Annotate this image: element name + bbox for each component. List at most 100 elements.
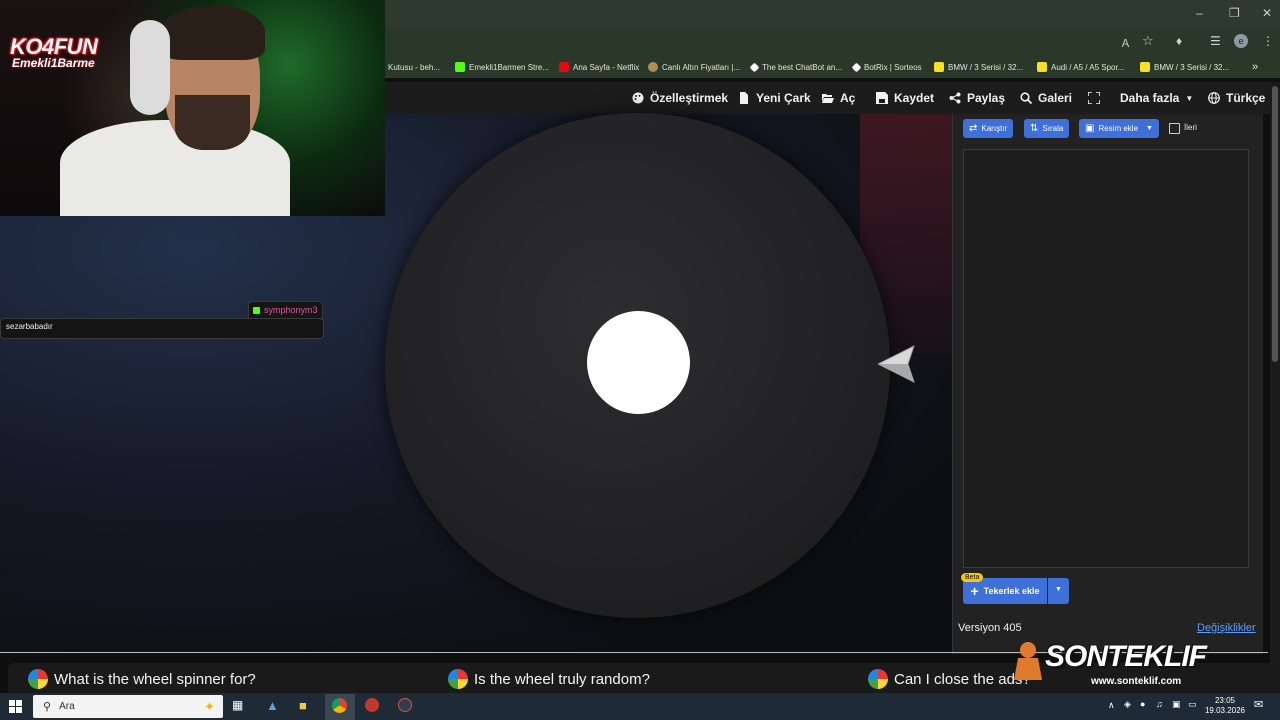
webcam-person-hair: [160, 5, 265, 60]
wheel-pointer-icon: [878, 345, 915, 383]
language-button[interactable]: Türkçe: [1208, 82, 1265, 114]
volume-icon[interactable]: ♫: [1156, 699, 1163, 709]
webcam-person-beard: [175, 95, 250, 150]
save-label: Kaydet: [894, 91, 935, 105]
taskbar-search[interactable]: ⚲ Ara ✦: [33, 695, 223, 718]
kick-icon: [253, 306, 260, 314]
profile-avatar[interactable]: e: [1234, 34, 1248, 48]
open-label: Aç: [840, 91, 856, 105]
new-wheel-button[interactable]: Yeni Çark: [738, 82, 811, 114]
image-icon: ▣: [1085, 123, 1095, 134]
new-wheel-label: Yeni Çark: [756, 91, 811, 105]
app-icon[interactable]: ▲: [266, 698, 282, 714]
search-icon: [1020, 92, 1032, 104]
search-icon: ⚲: [43, 701, 52, 713]
bookmark-item[interactable]: Ana Sayfa - Netflix: [559, 56, 639, 78]
gallery-button[interactable]: Galeri: [1020, 82, 1072, 114]
wheel-logo-icon: [868, 669, 888, 689]
palette-icon: [632, 92, 644, 104]
gallery-label: Galeri: [1038, 91, 1073, 105]
menu-icon[interactable]: ⋮: [1262, 34, 1274, 48]
headset-icon: [130, 20, 170, 115]
sort-button[interactable]: ⇅ Sırala: [1024, 119, 1070, 138]
add-wheel-dropdown[interactable]: ▼: [1048, 578, 1069, 604]
chevron-down-icon: ▼: [1055, 586, 1062, 593]
clock-date: 19.03.2026: [1204, 706, 1246, 715]
display-icon[interactable]: ▭: [1188, 699, 1197, 710]
taskbar-clock[interactable]: 23:05 19.03.2026: [1200, 696, 1250, 716]
more-menu-button[interactable]: Daha fazla ▼: [1120, 82, 1193, 114]
bookmark-item[interactable]: The best ChatBot an...: [749, 56, 842, 78]
bookmark-item[interactable]: Canlı Altın Fiyatları |...: [648, 56, 740, 78]
share-button[interactable]: Paylaş: [949, 82, 1005, 114]
restore-icon[interactable]: ❐: [1229, 6, 1240, 20]
tray-app-icon[interactable]: ◈: [1124, 699, 1131, 710]
microphone-icon[interactable]: ●: [1140, 699, 1145, 709]
bookmark-item[interactable]: Emekli1Barmen Stre...: [455, 56, 549, 78]
add-image-label: Resim ekle: [1098, 124, 1139, 133]
sonteklif-watermark: SONTEKLIF: [1045, 640, 1207, 673]
windows-start-icon[interactable]: [9, 700, 22, 713]
customize-button[interactable]: Özelleştirmek: [632, 82, 728, 114]
bookmark-item[interactable]: BotRix | Sorteos: [851, 56, 922, 78]
notifications-icon[interactable]: ✉: [1254, 698, 1263, 711]
fullscreen-icon: [1088, 92, 1100, 104]
sonteklif-url: www.sonteklif.com: [1091, 676, 1182, 687]
chevron-down-icon: ▼: [1146, 125, 1153, 132]
star-icon[interactable]: ☆: [1142, 33, 1154, 49]
kick-icon: [455, 62, 465, 72]
shuffle-label: Karıştır: [981, 124, 1008, 133]
bookmark-item[interactable]: BMW / 3 Serisi / 32...: [934, 56, 1023, 78]
faq-card[interactable]: Is the wheel truly random?: [428, 663, 860, 695]
network-icon[interactable]: ▣: [1172, 699, 1181, 710]
netflix-icon: [559, 62, 569, 72]
search-placeholder: Ara: [59, 701, 75, 712]
sort-label: Sırala: [1042, 124, 1064, 133]
bookmark-item[interactable]: Audi / A5 / A5 Spor...: [1037, 56, 1124, 78]
webcam-person-shirt: [60, 120, 290, 216]
floppy-icon: [876, 92, 888, 104]
media-icon[interactable]: ☰: [1210, 34, 1221, 48]
minimize-icon[interactable]: –: [1196, 6, 1203, 20]
sahibinden-icon: [934, 62, 944, 72]
app-icon[interactable]: [365, 698, 379, 712]
folder-open-icon: [822, 94, 834, 103]
bookmark-item[interactable]: BMW / 3 Serisi / 32...: [1140, 56, 1229, 78]
open-button[interactable]: Aç: [822, 82, 855, 114]
sahibinden-icon: [1140, 62, 1150, 72]
file-explorer-icon[interactable]: ■: [299, 698, 315, 714]
faq-card[interactable]: What is the wheel spinner for?: [8, 663, 440, 695]
save-button[interactable]: Kaydet: [876, 82, 934, 114]
obs-icon[interactable]: [398, 698, 412, 712]
faq-question: Is the wheel truly random?: [474, 670, 650, 688]
wheel-logo-icon: [28, 669, 48, 689]
extensions-icon[interactable]: ♦: [1176, 34, 1182, 48]
language-label: Türkçe: [1226, 91, 1266, 105]
close-icon[interactable]: ✕: [1262, 6, 1272, 20]
changes-link[interactable]: Değişiklikler: [1197, 622, 1256, 634]
version-label: Versiyon 405: [958, 622, 1022, 634]
shuffle-button[interactable]: ⇄ Karıştır: [963, 119, 1014, 138]
stream-brand-subtitle: Emekli1Barme: [12, 56, 95, 70]
chevron-down-icon: ▼: [1185, 93, 1194, 103]
bookmark-item[interactable]: Kutusu - beh...: [388, 56, 440, 78]
translate-icon[interactable]: Ａ: [1120, 35, 1131, 51]
entries-textarea[interactable]: [963, 149, 1249, 568]
sparkle-icon: ✦: [204, 698, 215, 714]
file-icon: [740, 92, 748, 104]
wheel-logo-icon: [448, 669, 468, 689]
add-image-button[interactable]: ▣ Resim ekle ▼: [1079, 119, 1159, 138]
fullscreen-button[interactable]: [1088, 82, 1100, 114]
tray-chevron-icon[interactable]: ∧: [1108, 700, 1115, 711]
wheel-hub[interactable]: [587, 311, 690, 414]
customize-label: Özelleştirmek: [650, 91, 729, 105]
botrix-icon: [851, 62, 862, 72]
chrome-icon[interactable]: [332, 698, 347, 713]
scrollbar-thumb[interactable]: [1272, 86, 1278, 362]
task-view-icon[interactable]: ▦: [232, 698, 248, 714]
chat-username-text: symphonym3: [264, 305, 318, 315]
chat-username: symphonym3: [248, 301, 323, 319]
more-bookmarks-icon[interactable]: »: [1252, 56, 1258, 78]
sahibinden-icon: [1037, 62, 1047, 72]
advanced-checkbox[interactable]: [1169, 123, 1180, 134]
